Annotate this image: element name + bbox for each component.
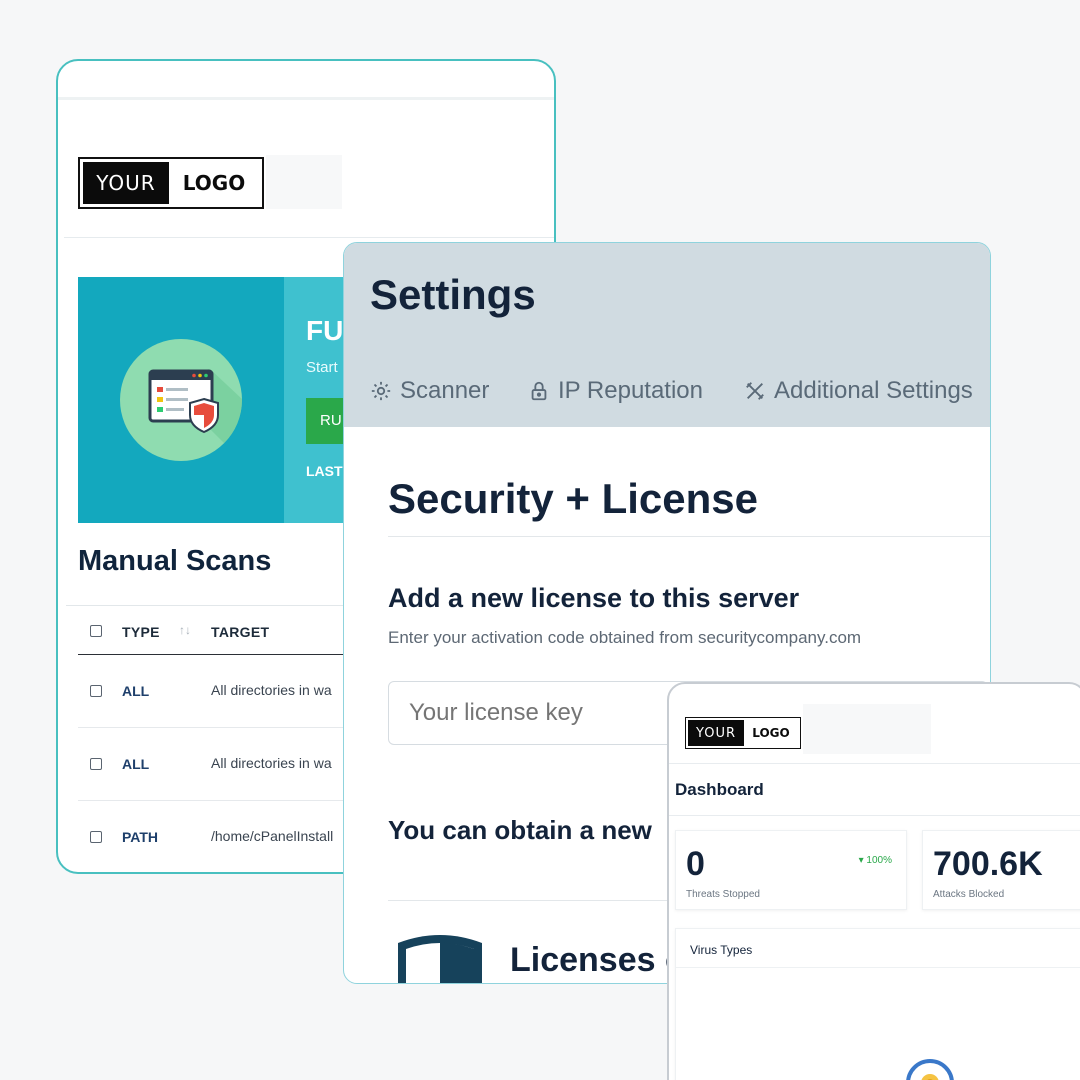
- virus-types-panel: Virus Types: [675, 928, 1080, 1080]
- row-target: All directories in wa: [211, 755, 332, 771]
- dashboard-title: Dashboard: [675, 780, 764, 799]
- licenses-heading: Licenses o: [510, 941, 686, 979]
- logo-placeholder: [803, 704, 931, 754]
- brand-logo[interactable]: YOUR LOGO: [78, 157, 264, 209]
- logo-word-your: YOUR: [83, 162, 169, 204]
- column-header-target[interactable]: TARGET: [211, 624, 269, 640]
- tab-additional-settings[interactable]: Additional Settings: [744, 377, 973, 405]
- row-target: All directories in wa: [211, 682, 332, 698]
- add-license-description: Enter your activation code obtained from…: [388, 628, 862, 647]
- obtain-license-text: You can obtain a new: [388, 815, 652, 845]
- tab-scanner[interactable]: Scanner: [370, 377, 489, 405]
- logo-word-logo: LOGO: [182, 171, 246, 195]
- logo-placeholder: [266, 155, 342, 209]
- top-divider: [58, 97, 554, 100]
- shield-icon: [394, 931, 486, 983]
- stat-card-attacks: 700.6K Attacks Blocked: [922, 830, 1080, 910]
- stat-change-badge: ▾ 100%: [859, 855, 892, 866]
- panel-divider: [676, 967, 1080, 968]
- lock-icon: [528, 380, 550, 402]
- row-target: /home/cPanelInstall: [211, 828, 334, 844]
- row-checkbox[interactable]: [90, 685, 102, 697]
- gear-icon: [370, 380, 392, 402]
- logo-word-logo: LOGO: [752, 726, 790, 740]
- banner-illustration-panel: [78, 277, 284, 523]
- add-license-heading: Add a new license to this server: [388, 583, 800, 613]
- section-divider: [388, 536, 990, 537]
- last-scan-label: LAST: [306, 463, 343, 479]
- browser-shield-icon: [120, 339, 242, 461]
- tab-label: Additional Settings: [774, 377, 973, 404]
- row-checkbox[interactable]: [90, 758, 102, 770]
- row-checkbox[interactable]: [90, 831, 102, 843]
- page-title: Manual Scans: [78, 545, 272, 577]
- sort-arrows-icon[interactable]: ↑↓: [179, 623, 191, 637]
- stat-value: 700.6K: [933, 845, 1043, 883]
- row-type: ALL: [122, 683, 150, 699]
- virus-types-title: Virus Types: [690, 943, 753, 957]
- header-divider: [669, 763, 1080, 764]
- tab-label: IP Reputation: [558, 377, 703, 404]
- tab-ip-reputation[interactable]: IP Reputation: [528, 377, 703, 405]
- brand-logo[interactable]: YOUR LOGO: [685, 717, 801, 749]
- stat-label: Threats Stopped: [686, 889, 760, 900]
- banner-title: FU: [306, 315, 344, 346]
- title-divider: [669, 815, 1080, 816]
- logo-word-your: YOUR: [688, 720, 744, 746]
- row-type: PATH: [122, 829, 159, 845]
- virus-types-illustration: [906, 1059, 954, 1080]
- stat-label: Attacks Blocked: [933, 889, 1005, 900]
- settings-title: Settings: [370, 271, 536, 318]
- banner-subtitle: Start: [306, 359, 338, 376]
- stat-card-threats: 0 ▾ 100% Threats Stopped: [675, 830, 907, 910]
- select-all-checkbox[interactable]: [90, 625, 102, 637]
- dashboard-window: YOUR LOGO Dashboard 0 ▾ 100% Threats Sto…: [667, 682, 1080, 1080]
- row-type: ALL: [122, 756, 150, 772]
- section-title: Security + License: [388, 475, 759, 522]
- settings-header: Settings Scanner IP Reputation Additiona…: [344, 243, 990, 427]
- stat-value: 0: [686, 845, 705, 883]
- header-divider: [64, 237, 554, 238]
- tab-label: Scanner: [400, 377, 490, 404]
- tools-icon: [744, 380, 766, 402]
- column-header-type[interactable]: TYPE: [122, 624, 160, 640]
- stat-change-value: 100%: [866, 855, 892, 866]
